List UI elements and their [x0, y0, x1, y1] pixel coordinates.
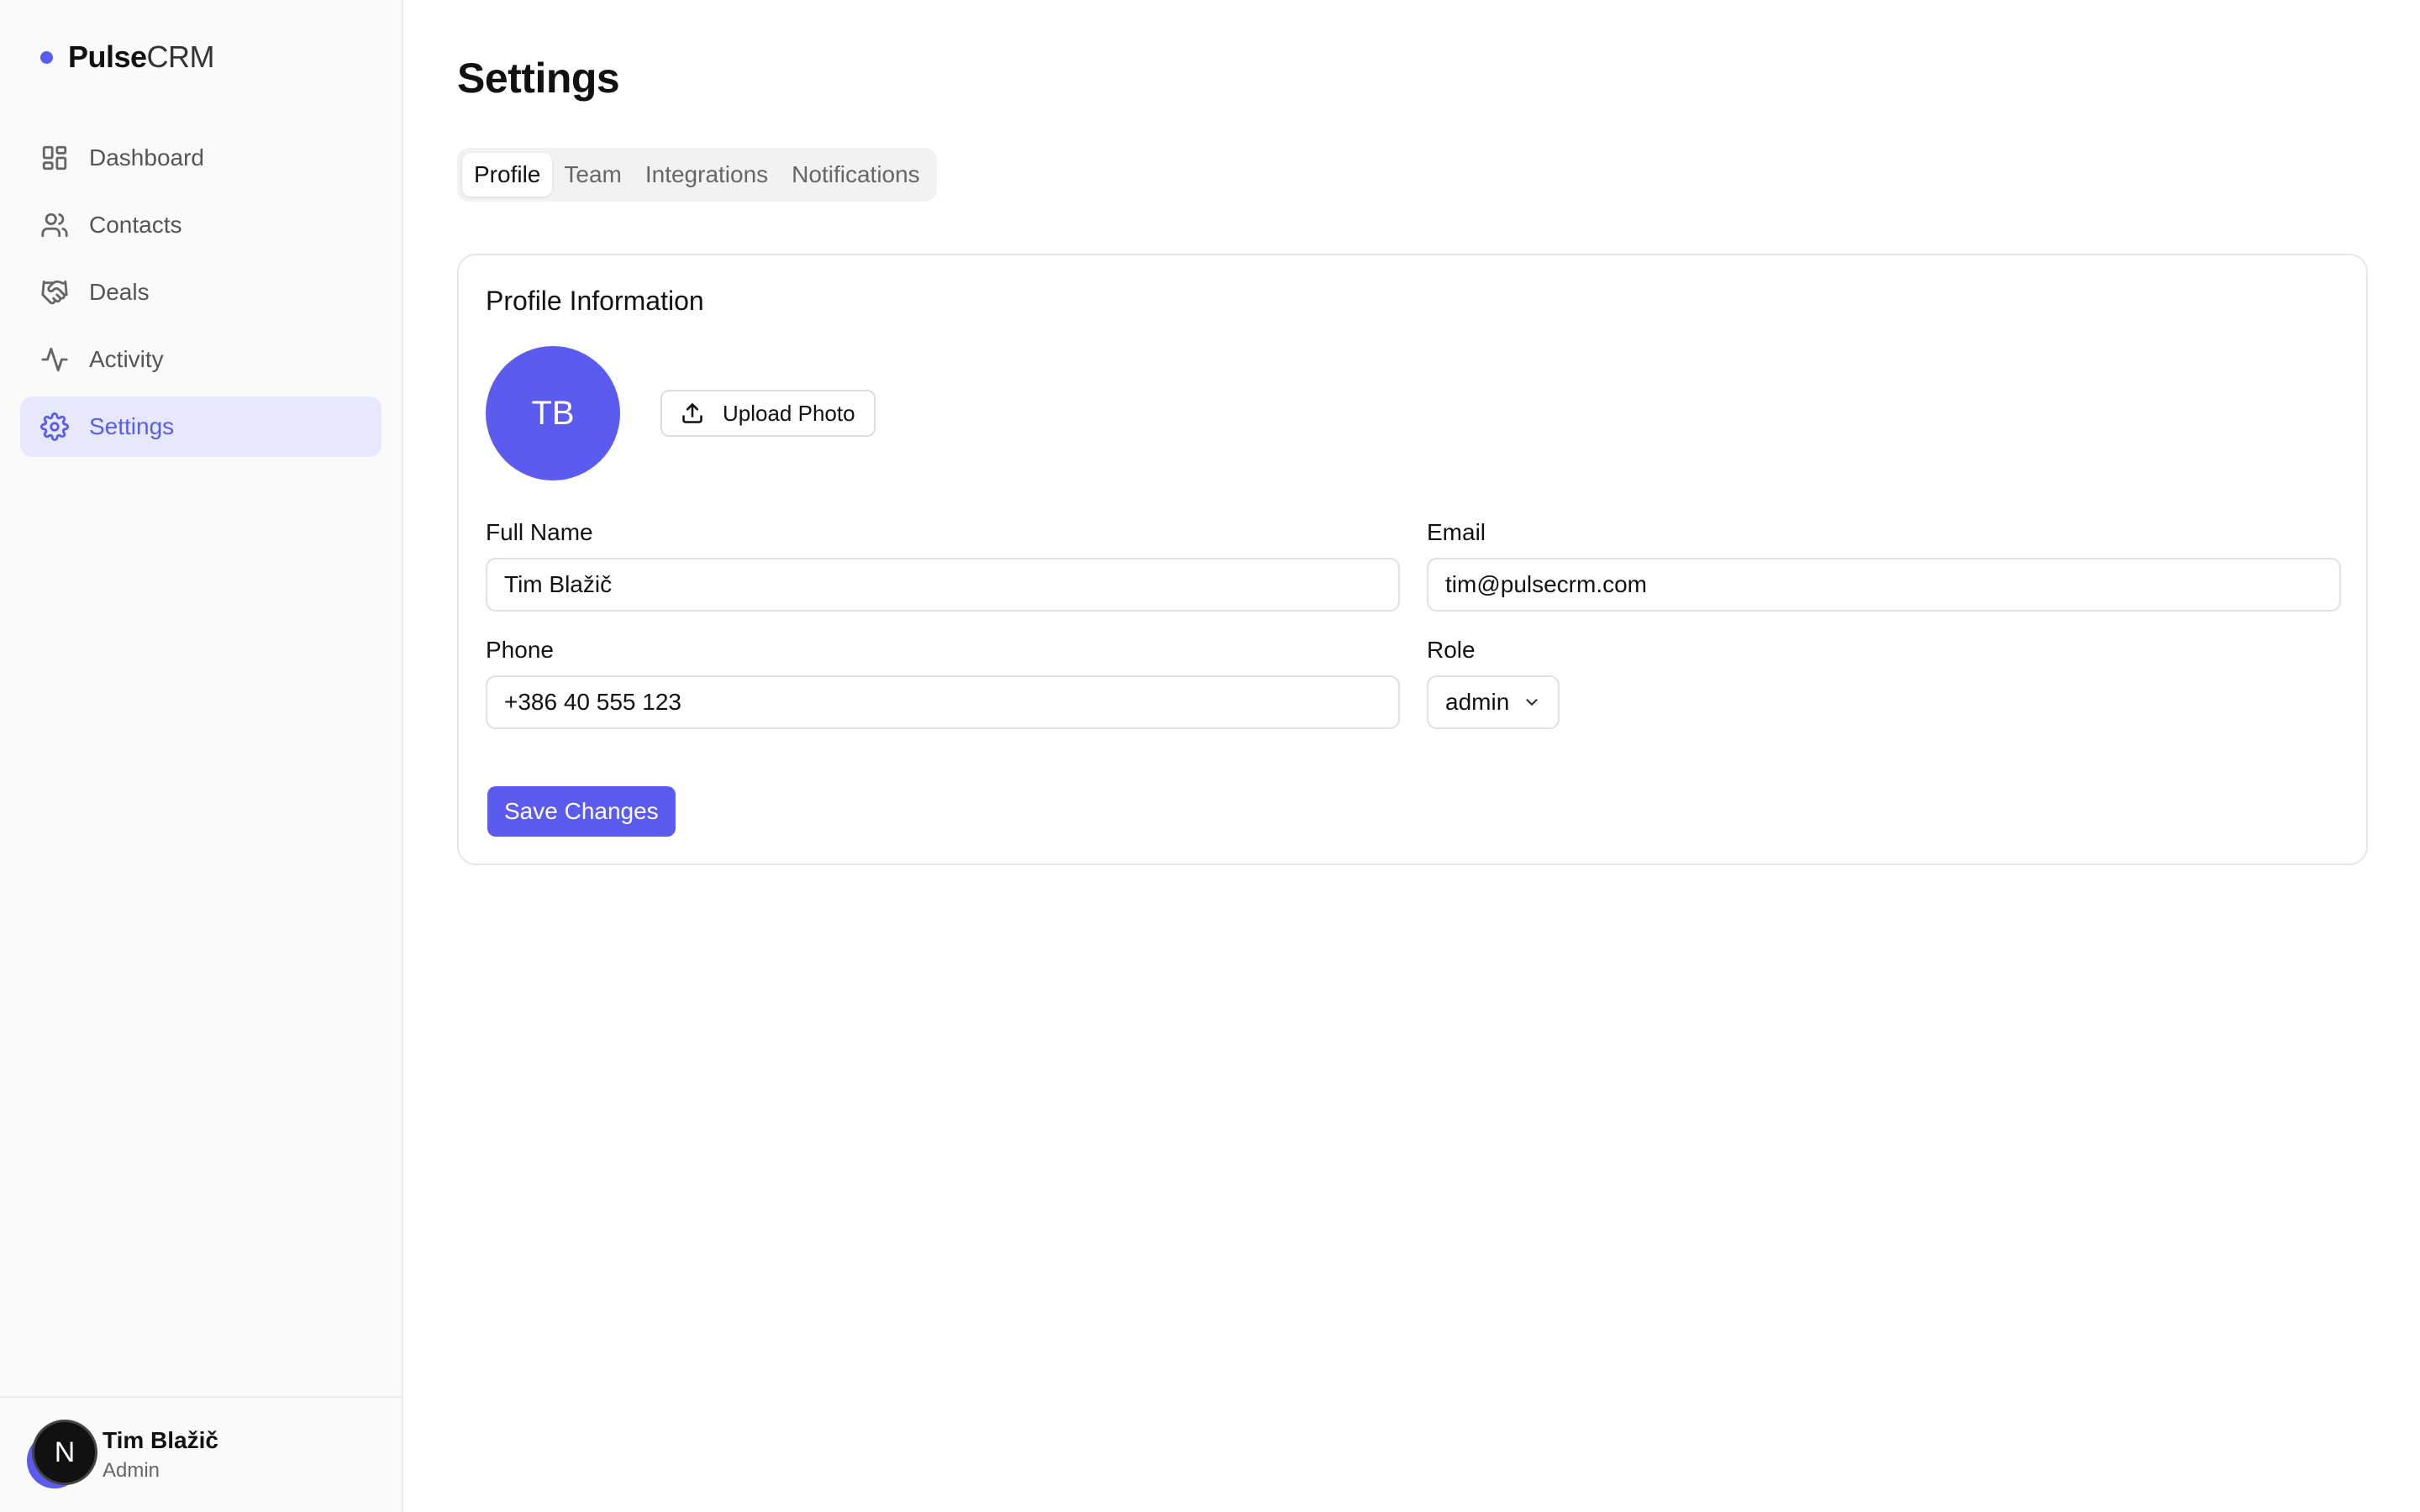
profile-avatar: TB	[486, 346, 620, 480]
user-avatar-initial: N	[32, 1420, 97, 1485]
user-name: Tim Blažič	[103, 1427, 218, 1453]
brand-suffix: CRM	[146, 39, 215, 74]
sidebar-item-label: Dashboard	[89, 144, 204, 171]
chevron-down-icon	[1526, 699, 1538, 706]
handshake-icon	[41, 280, 68, 305]
sidebar-item-contacts[interactable]: Contacts	[20, 195, 381, 255]
brand-name: Pulse	[68, 39, 147, 74]
email-label: Email	[1427, 519, 1486, 545]
phone-label: Phone	[486, 637, 554, 663]
upload-photo-button[interactable]: Upload Photo	[660, 390, 876, 437]
dashboard-icon	[42, 145, 67, 171]
sidebar-item-label: Contacts	[89, 212, 182, 238]
sidebar-item-settings[interactable]: Settings	[20, 396, 381, 457]
users-icon	[41, 213, 68, 238]
sidebar-nav: Dashboard Contacts Deals Activity Settin…	[20, 128, 381, 464]
upload-icon	[682, 403, 702, 423]
tab-notifications[interactable]: Notifications	[780, 153, 932, 197]
brand-dot-icon	[40, 50, 53, 64]
brand-logo[interactable]: Pulse CRM	[40, 37, 215, 77]
phone-input[interactable]	[486, 675, 1400, 729]
page-title: Settings	[457, 55, 620, 102]
role-label: Role	[1427, 637, 1476, 663]
full-name-input[interactable]	[486, 558, 1400, 612]
gear-icon	[40, 412, 69, 441]
upload-photo-label: Upload Photo	[723, 400, 855, 426]
sidebar-item-label: Deals	[89, 279, 150, 305]
user-role: Admin	[103, 1459, 160, 1482]
full-name-label: Full Name	[486, 519, 593, 545]
sidebar: Pulse CRM Dashboard Contacts Deals Activ…	[0, 0, 403, 1512]
tab-team[interactable]: Team	[552, 153, 633, 197]
tab-integrations[interactable]: Integrations	[634, 153, 780, 197]
profile-card: Profile Information TB Upload Photo Full…	[457, 254, 2368, 865]
role-selected-value: admin	[1445, 689, 1510, 715]
user-info: Tim Blažič Admin	[103, 1427, 218, 1483]
sidebar-item-activity[interactable]: Activity	[20, 329, 381, 390]
tab-profile[interactable]: Profile	[462, 153, 553, 197]
save-changes-button[interactable]: Save Changes	[487, 786, 676, 837]
user-profile-menu[interactable]: N Tim Blažič Admin	[0, 1396, 402, 1512]
email-input[interactable]	[1427, 558, 2341, 612]
sidebar-item-label: Settings	[89, 413, 175, 439]
activity-icon	[41, 347, 68, 372]
role-select[interactable]: admin	[1427, 675, 1560, 729]
section-title: Profile Information	[486, 286, 704, 316]
sidebar-item-label: Activity	[89, 346, 164, 372]
settings-tabs: Profile Team Integrations Notifications	[457, 148, 937, 202]
app-window: Pulse CRM Dashboard Contacts Deals Activ…	[0, 0, 2420, 1512]
sidebar-item-deals[interactable]: Deals	[20, 262, 381, 323]
sidebar-item-dashboard[interactable]: Dashboard	[20, 128, 381, 188]
avatar: N	[27, 1420, 97, 1490]
